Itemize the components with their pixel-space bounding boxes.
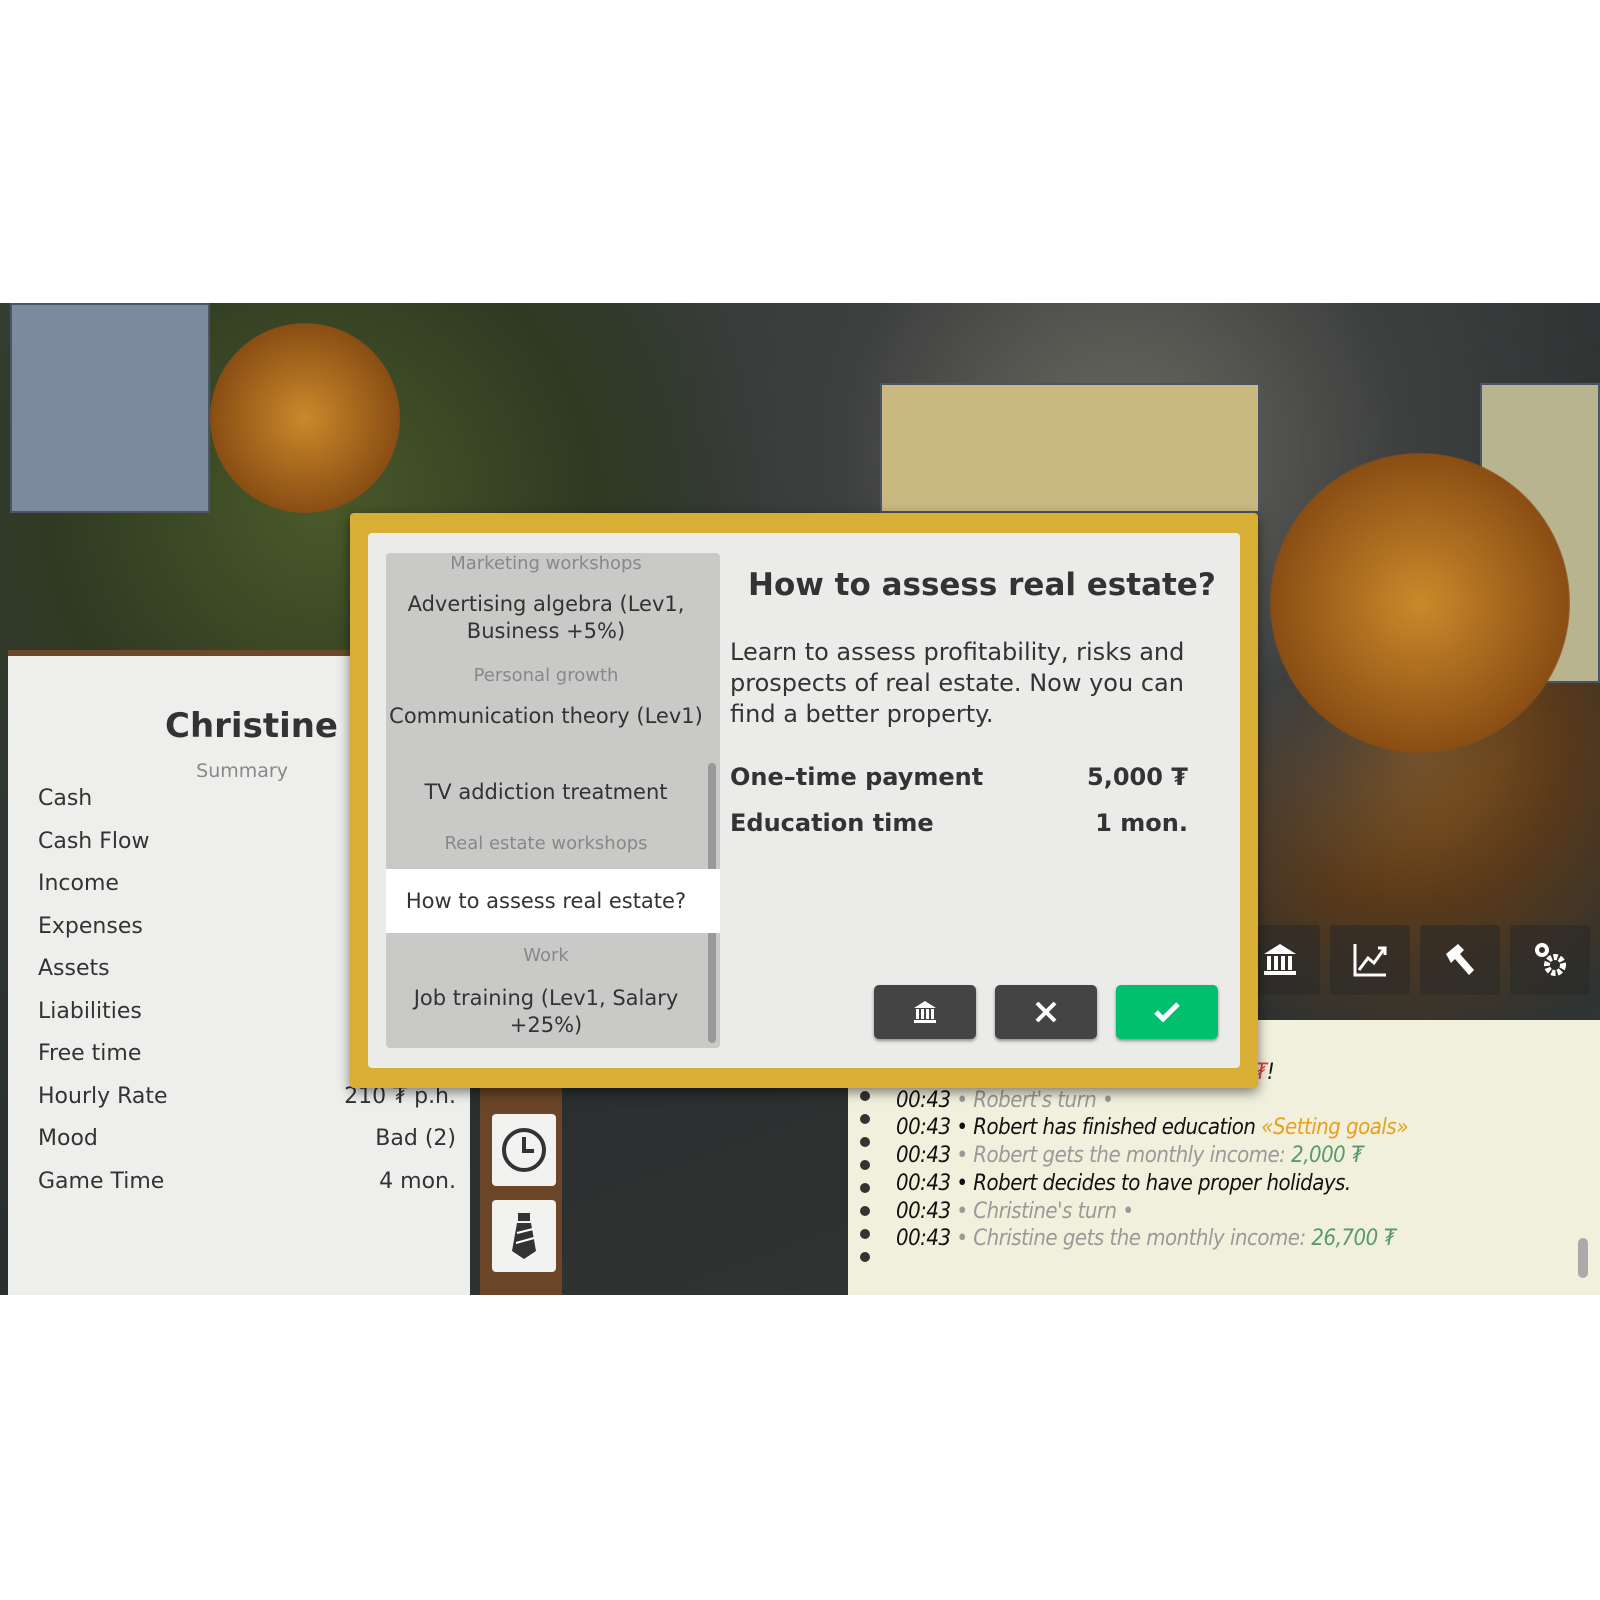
chart-icon	[1353, 944, 1387, 977]
list-category: Personal growth	[473, 665, 619, 686]
time-label: Education time	[730, 809, 934, 837]
payment-value: 5,000 ₮	[1087, 763, 1188, 791]
payment-row: One–time payment 5,000 ₮	[730, 763, 1188, 791]
tie-icon	[512, 1213, 536, 1259]
log-time: 00:43	[896, 1143, 951, 1169]
log-time: 00:43	[896, 1087, 951, 1113]
log-entry: 00:43 • Robert gets the monthly income: …	[896, 1143, 1364, 1169]
binder-ring	[860, 1137, 870, 1147]
log-entry: 00:43 • Robert has finished education «S…	[896, 1115, 1408, 1140]
stat-label: Expenses	[38, 913, 143, 939]
course-item[interactable]: Communication theory (Lev1)	[386, 703, 706, 730]
binder-ring	[860, 1160, 870, 1170]
building	[880, 383, 1260, 513]
log-text: • Robert decides to have proper holidays…	[950, 1170, 1351, 1196]
list-category: Real estate workshops	[444, 833, 648, 854]
log-text: • Christine's turn •	[950, 1198, 1134, 1224]
log-text: • Robert's turn •	[950, 1087, 1114, 1113]
list-category: Work	[523, 945, 569, 966]
course-item[interactable]: TV addiction treatment	[386, 779, 706, 806]
stat-label: Cash Flow	[38, 828, 150, 854]
work-button[interactable]	[492, 1200, 556, 1272]
education-dialog: Marketing workshops Advertising algebra (…	[350, 513, 1258, 1088]
course-title: How to assess real estate?	[748, 567, 1216, 603]
binder-ring	[860, 1252, 870, 1262]
summary-label: Summary	[196, 760, 288, 782]
course-list[interactable]: Marketing workshops Advertising algebra (…	[386, 553, 720, 1048]
stat-value: Bad (2)	[375, 1126, 456, 1151]
bank-icon	[914, 1001, 936, 1023]
player-name: Christine	[165, 706, 338, 746]
time-value: 1 mon.	[1095, 809, 1188, 837]
time-button[interactable]	[492, 1114, 556, 1186]
log-text: 26,700 ₮	[1311, 1226, 1396, 1252]
chart-hud-button[interactable]	[1330, 925, 1410, 995]
gears-icon	[1535, 943, 1566, 976]
log-time: 00:43	[896, 1198, 951, 1224]
hammer-hud-button[interactable]	[1420, 925, 1500, 995]
tree	[210, 323, 400, 513]
log-text: 2,000 ₮	[1291, 1143, 1364, 1169]
log-text: !	[1266, 1060, 1275, 1085]
log-text: • Christine gets the monthly income:	[950, 1226, 1312, 1252]
log-entry: 00:43 • Christine's turn •	[896, 1199, 1134, 1224]
log-text: «Setting goals»	[1261, 1115, 1408, 1141]
course-item[interactable]: Job training (Lev1, Salary +25%)	[386, 985, 706, 1039]
log-text: • Robert has finished education	[950, 1115, 1262, 1141]
log-text: • Robert gets the monthly income:	[950, 1143, 1292, 1169]
bank-button[interactable]	[874, 985, 976, 1039]
stat-row: Hourly Rate 210 ₮ p.h.	[38, 1084, 456, 1124]
log-time: 00:43	[896, 1226, 951, 1252]
course-item[interactable]: How to assess real estate?	[386, 869, 720, 933]
time-row: Education time 1 mon.	[730, 809, 1188, 837]
binder-ring	[860, 1091, 870, 1101]
building	[10, 303, 210, 513]
stat-row: Game Time 4 mon.	[38, 1169, 456, 1209]
binder-ring	[860, 1183, 870, 1193]
binder-ring	[860, 1206, 870, 1216]
stat-label: Free time	[38, 1041, 142, 1066]
log-entry: 00:43 • Robert's turn •	[896, 1087, 1114, 1113]
course-description: Learn to assess profitability, risks and…	[730, 638, 1185, 728]
stat-row: Mood Bad (2)	[38, 1126, 456, 1166]
log-entry: 00:43 • Robert decides to have proper ho…	[896, 1171, 1351, 1196]
stat-label: Hourly Rate	[38, 1083, 168, 1109]
stat-label: Assets	[38, 956, 110, 981]
hammer-icon	[1446, 944, 1474, 975]
stat-label: Mood	[38, 1126, 98, 1151]
stat-label: Game Time	[38, 1168, 165, 1194]
close-icon	[1035, 1001, 1057, 1023]
payment-label: One–time payment	[730, 763, 984, 791]
stat-value: 4 mon.	[379, 1168, 456, 1194]
gears-hud-button[interactable]	[1510, 925, 1590, 995]
log-scrollbar[interactable]	[1578, 1238, 1588, 1278]
course-item[interactable]: Advertising algebra (Lev1, Business +5%)	[386, 591, 706, 645]
tree	[1270, 453, 1570, 753]
cancel-button[interactable]	[995, 985, 1097, 1039]
stat-label: Cash	[38, 786, 93, 811]
binder-ring	[860, 1229, 870, 1239]
stat-label: Income	[38, 871, 119, 896]
log-time: 00:43	[896, 1170, 951, 1196]
clock-icon	[502, 1128, 546, 1172]
list-category: Marketing workshops	[450, 553, 642, 574]
bank-icon	[1264, 944, 1296, 975]
log-time: 00:43	[896, 1115, 951, 1141]
tool-column	[480, 1080, 562, 1295]
stat-label: Liabilities	[38, 998, 142, 1024]
log-entry: 00:43 • Christine gets the monthly incom…	[896, 1226, 1396, 1251]
confirm-button[interactable]	[1116, 985, 1218, 1039]
binder-ring	[860, 1114, 870, 1124]
check-icon	[1154, 1002, 1180, 1023]
